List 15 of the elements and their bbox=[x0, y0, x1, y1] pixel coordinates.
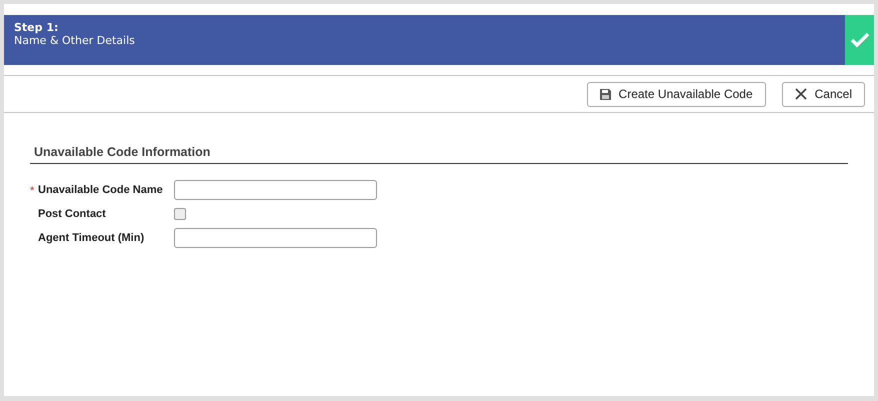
field-label: Agent Timeout (Min) bbox=[38, 231, 146, 246]
required-mark: * bbox=[30, 185, 34, 198]
field-label: Post Contact bbox=[38, 207, 107, 222]
cancel-button[interactable]: Cancel bbox=[782, 82, 865, 106]
input-field[interactable] bbox=[174, 180, 377, 200]
checkbox[interactable] bbox=[174, 208, 186, 220]
create-button[interactable]: Create Unavailable Code bbox=[586, 82, 766, 106]
check-icon bbox=[850, 32, 870, 48]
close-icon bbox=[794, 88, 807, 100]
section-title: Unavailable Code Information bbox=[30, 143, 848, 164]
field-label: Unavailable Code Name bbox=[38, 183, 164, 198]
input-field[interactable] bbox=[174, 228, 377, 248]
step-title: Step 1: bbox=[14, 21, 60, 34]
save-icon bbox=[600, 88, 611, 100]
step-subtitle: Name & Other Details bbox=[14, 34, 136, 47]
